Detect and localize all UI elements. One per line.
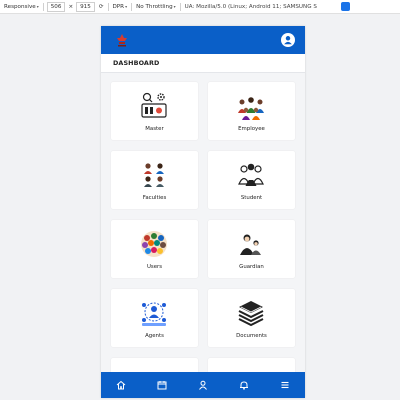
toolbar-toggle-icon[interactable]	[341, 2, 350, 11]
tile-master[interactable]: Master	[111, 82, 198, 140]
tile-label: Master	[145, 126, 164, 132]
profile-icon	[199, 380, 207, 390]
bottom-navigation	[101, 372, 305, 398]
dashboard-grid: Master Employee Faculties Student Users …	[101, 72, 305, 398]
tile-label: Student	[240, 195, 263, 201]
throttle-label: No Throttling	[136, 3, 173, 10]
dpr-label: DPR	[112, 3, 125, 10]
faculties-icon	[144, 163, 164, 187]
height-input[interactable]: 915	[76, 1, 95, 12]
user-agent-text: UA: Mozilla/5.0 (Linux; Android 11; SAMS…	[184, 3, 317, 10]
phone-viewport: DASHBOARD Master Employee Faculties Stud…	[101, 26, 305, 398]
dpr-select[interactable]: DPR ▾	[113, 4, 128, 10]
user-avatar-icon	[284, 36, 292, 45]
agents-icon	[142, 302, 166, 326]
device-select-label: Responsive	[4, 3, 36, 10]
employee-group-icon	[238, 97, 264, 120]
profile-avatar[interactable]	[281, 33, 295, 47]
home-icon	[117, 380, 126, 390]
nav-notifications[interactable]	[235, 376, 253, 394]
tile-student[interactable]: Student	[208, 151, 295, 209]
users-crowd-icon	[141, 231, 167, 257]
tile-faculties[interactable]: Faculties	[111, 151, 198, 209]
nav-menu[interactable]	[276, 376, 294, 394]
nav-calendar[interactable]	[153, 376, 171, 394]
tile-documents[interactable]: Documents	[208, 289, 295, 347]
tile-label: Employee	[238, 126, 265, 132]
tile-label: Agents	[145, 333, 164, 339]
tile-users[interactable]: Users	[111, 220, 198, 278]
tile-agents[interactable]: Agents	[111, 289, 198, 347]
tile-label: Guardian	[239, 264, 264, 270]
tile-guardian[interactable]: Guardian	[208, 220, 295, 278]
master-control-icon	[141, 92, 167, 118]
tile-label: Faculties	[142, 195, 167, 201]
times-sign: ×	[68, 3, 74, 10]
guardian-icon	[240, 234, 261, 255]
app-header	[101, 26, 305, 54]
tile-label: Users	[146, 264, 163, 270]
menu-icon	[281, 381, 289, 389]
nav-home[interactable]	[112, 376, 130, 394]
student-icon	[238, 163, 264, 186]
device-select[interactable]: Responsive ▾	[4, 4, 39, 10]
rotate-icon[interactable]: ⟳	[99, 4, 104, 10]
documents-stack-icon	[238, 301, 264, 327]
tile-label: Documents	[236, 333, 267, 339]
bell-icon	[239, 381, 248, 390]
nav-profile[interactable]	[194, 376, 212, 394]
page-title: DASHBOARD	[113, 59, 160, 67]
app-logo-icon[interactable]	[115, 32, 129, 48]
page-title-bar: DASHBOARD	[101, 54, 305, 73]
calendar-icon	[157, 381, 167, 390]
throttle-select[interactable]: No Throttling ▾	[136, 4, 176, 10]
tile-employee[interactable]: Employee	[208, 82, 295, 140]
devtools-toolbar: Responsive ▾ 506 × 915 ⟳ DPR ▾ No Throttli…	[0, 0, 400, 14]
width-input[interactable]: 506	[46, 1, 66, 12]
